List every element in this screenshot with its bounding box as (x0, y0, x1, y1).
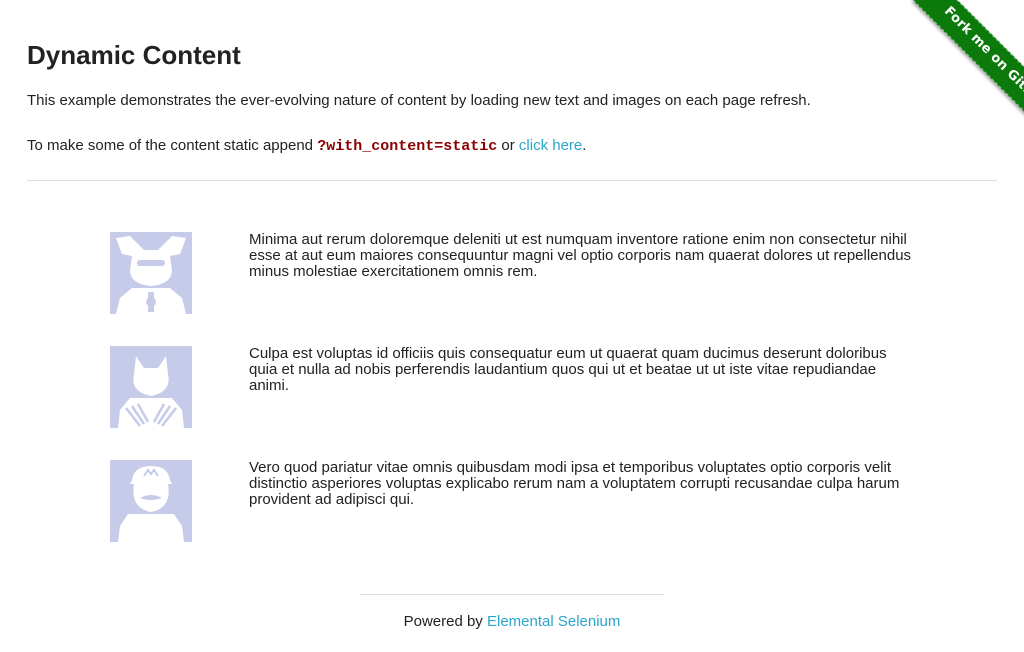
github-ribbon: Fork me on GitHub (875, 0, 1024, 149)
footer: Powered by Elemental Selenium (0, 612, 1024, 631)
header-divider (27, 180, 997, 181)
row-text: Culpa est voluptas id officiis quis cons… (249, 345, 887, 394)
page-title: Dynamic Content (27, 40, 241, 70)
static-param-code: ?with_content=static (317, 138, 498, 155)
row-text: Vero quod pariatur vitae omnis quibusdam… (249, 459, 900, 508)
static-suffix-text: . (582, 137, 587, 154)
content-row: Culpa est voluptas id officiis quis cons… (27, 346, 997, 428)
footer-divider (360, 594, 664, 595)
row-text: Minima aut rerum doloremque deleniti ut … (249, 231, 912, 280)
static-prefix-text: To make some of the content static appen… (27, 137, 314, 154)
intro-text: This example demonstrates the ever-evolv… (27, 92, 811, 109)
content-row: Vero quod pariatur vitae omnis quibusdam… (27, 460, 997, 542)
static-instructions: To make some of the content static appen… (27, 136, 586, 156)
click-here-link[interactable]: click here (519, 137, 582, 154)
powered-by-text: Powered by (403, 613, 483, 630)
elemental-selenium-link[interactable]: Elemental Selenium (487, 613, 620, 630)
fork-me-on-github-link[interactable]: Fork me on GitHub (912, 0, 1024, 143)
content-row: Minima aut rerum doloremque deleniti ut … (27, 232, 997, 314)
wolverine-avatar-icon (110, 346, 192, 428)
mario-avatar-icon (110, 460, 192, 542)
static-or-text: or (501, 137, 515, 154)
jester-avatar-icon (110, 232, 192, 314)
